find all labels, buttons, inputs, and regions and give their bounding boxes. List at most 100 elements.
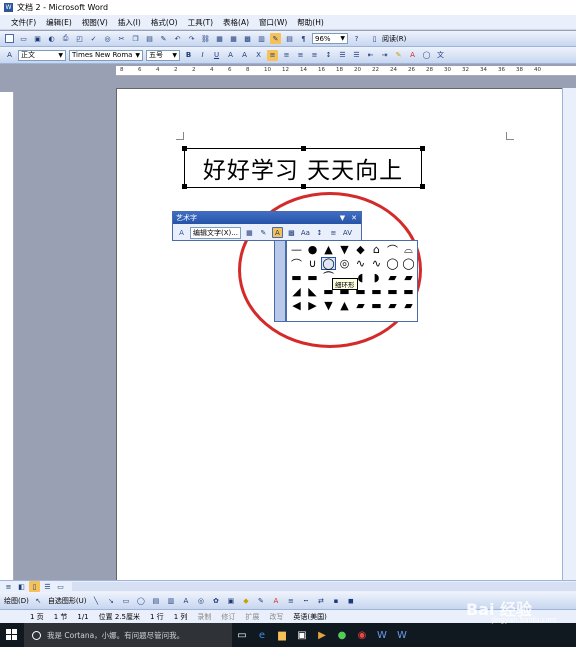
resize-handle[interactable] [301,184,306,189]
hyperlink-icon[interactable]: ⛓ [200,33,211,44]
wordart-shape-option[interactable]: ▬ [289,271,304,284]
print-icon[interactable]: ⎙ [60,33,71,44]
outline-view-icon[interactable]: ☰ [42,581,53,592]
wordart-gallery-icon[interactable]: ▦ [244,227,255,238]
wordart-shape-option[interactable]: ▲ [337,299,352,312]
bullets-icon[interactable]: ☰ [351,50,362,61]
media-icon[interactable]: ▶ [312,623,332,647]
wordart-shape-option[interactable]: ◎ [337,257,352,270]
vertical-scrollbar[interactable] [562,88,576,580]
wordart-shape-option[interactable]: ▲ [321,243,336,256]
wordart-shape-option[interactable]: ▬ [369,285,384,298]
wordart-shape-option[interactable]: ⌓ [401,243,416,256]
wordart-shape-option[interactable]: ◯ [321,257,336,270]
vertical-ruler[interactable] [0,92,14,580]
file-explorer-icon[interactable]: ▆ [272,623,292,647]
research-icon[interactable]: ◎ [102,33,113,44]
char-shading-icon[interactable]: A [239,50,250,61]
app-icon[interactable]: ● [332,623,352,647]
numbering-icon[interactable]: ☰ [337,50,348,61]
edge-icon[interactable]: e [252,623,272,647]
arrow-style-icon[interactable]: ⇄ [315,595,326,606]
undo-icon[interactable]: ↶ [172,33,183,44]
wordart-shape-option[interactable]: ▰ [401,271,416,284]
wordart-shape-option[interactable]: ▰ [401,299,416,312]
wordart-shape-icon[interactable]: A [271,227,283,238]
justify-icon[interactable]: ≡ [309,50,320,61]
resize-handle[interactable] [182,184,187,189]
print-layout-icon[interactable]: ▯ [29,581,40,592]
3d-icon[interactable]: ◼ [345,595,356,606]
wordart-shape-option[interactable]: ⌒ [289,257,304,271]
open-icon[interactable]: ▭ [18,33,29,44]
wordart-shape-option[interactable]: ⌂ [369,243,384,256]
wordart-shape-option[interactable]: ∿ [369,257,384,270]
same-height-icon[interactable]: Aa [300,227,311,238]
format-wordart-icon[interactable]: ✎ [258,227,269,238]
resize-handle[interactable] [182,146,187,151]
menu-file[interactable]: 文件(F) [6,17,41,28]
enclose-char-icon[interactable]: ◯ [421,50,432,61]
phonetic-icon[interactable]: 文 [435,50,446,61]
resize-handle[interactable] [420,184,425,189]
insert-excel-icon[interactable]: ▩ [242,33,253,44]
font-color-icon[interactable]: A [407,50,418,61]
line-icon[interactable]: ╲ [90,595,101,606]
chrome-icon[interactable]: ◉ [352,623,372,647]
font-select[interactable]: Times New Roma ▼ [69,49,143,61]
wordart-shape-option[interactable]: ◯ [385,257,400,270]
underline-button[interactable]: U [211,50,222,61]
menu-table[interactable]: 表格(A) [218,17,254,28]
menu-view[interactable]: 视图(V) [77,17,113,28]
textbox-icon[interactable]: ▤ [150,595,161,606]
italic-button[interactable]: I [197,50,208,61]
wordart-shape-option[interactable]: — [289,243,304,256]
text-wrapping-icon[interactable]: ▩ [286,227,297,238]
alignment-icon[interactable]: ≡ [328,227,339,238]
wordart-shape-option[interactable]: ◣ [305,285,320,298]
select-objects-icon[interactable]: ↖ [33,595,44,606]
columns-icon[interactable]: ▥ [256,33,267,44]
insert-wordart-icon[interactable]: A [176,227,187,238]
wordart-shape-option[interactable]: ◢ [289,285,304,298]
wordart-icon[interactable]: A [180,595,191,606]
dash-style-icon[interactable]: ┅ [300,595,311,606]
task-view-icon[interactable]: ▭ [232,623,252,647]
toolbar-options-icon[interactable]: ▼ [340,214,345,222]
highlight-icon[interactable]: ✎ [393,50,404,61]
wordart-shape-option[interactable]: ∿ [353,257,368,270]
wordart-shape-option[interactable]: ⌒ [385,243,400,257]
menu-help[interactable]: 帮助(H) [292,17,329,28]
wordart-shape-option[interactable]: ▬ [385,285,400,298]
read-button[interactable]: ▯ 阅读(R) [369,33,407,44]
decrease-indent-icon[interactable]: ⇤ [365,50,376,61]
spelling-icon[interactable]: ✓ [88,33,99,44]
status-ext[interactable]: 扩展 [245,612,259,622]
wordart-shape-option[interactable]: ◀ [289,299,304,312]
wordart-shape-option[interactable]: ● [305,243,320,256]
edit-text-button[interactable]: 编辑文字(X)... [190,226,241,239]
save-icon[interactable]: ▣ [32,33,43,44]
resize-handle[interactable] [301,146,306,151]
wordart-shape-option[interactable]: ◯ [401,257,416,270]
wordart-shape-option[interactable]: ▬ [369,299,384,312]
permission-icon[interactable]: ◐ [46,33,57,44]
menu-edit[interactable]: 编辑(E) [41,17,77,28]
status-trk[interactable]: 修订 [221,612,235,622]
wordart-shape-option[interactable]: ▰ [385,299,400,312]
format-painter-icon[interactable]: ✎ [158,33,169,44]
status-ovr[interactable]: 改写 [269,612,283,622]
tables-icon[interactable]: ▦ [214,33,225,44]
drawing-icon[interactable]: ✎ [270,33,281,44]
wordart-toolbar-titlebar[interactable]: 艺术字 ▼ ✕ [173,212,361,224]
resize-handle[interactable] [420,146,425,151]
line-style-icon[interactable]: ≡ [285,595,296,606]
horizontal-ruler[interactable]: 8 6 4 2 2 4 6 8 10 12 14 16 18 20 22 24 26 28 30 32 34 36 38 40 [116,66,576,76]
align-right-icon[interactable]: ≡ [295,50,306,61]
align-left-icon[interactable]: ≡ [267,49,278,61]
menu-format[interactable]: 格式(O) [146,17,183,28]
new-icon[interactable] [4,33,15,44]
increase-indent-icon[interactable]: ⇥ [379,50,390,61]
wordart-shape-option[interactable]: ∪ [305,257,320,270]
close-icon[interactable]: ✕ [351,214,357,222]
